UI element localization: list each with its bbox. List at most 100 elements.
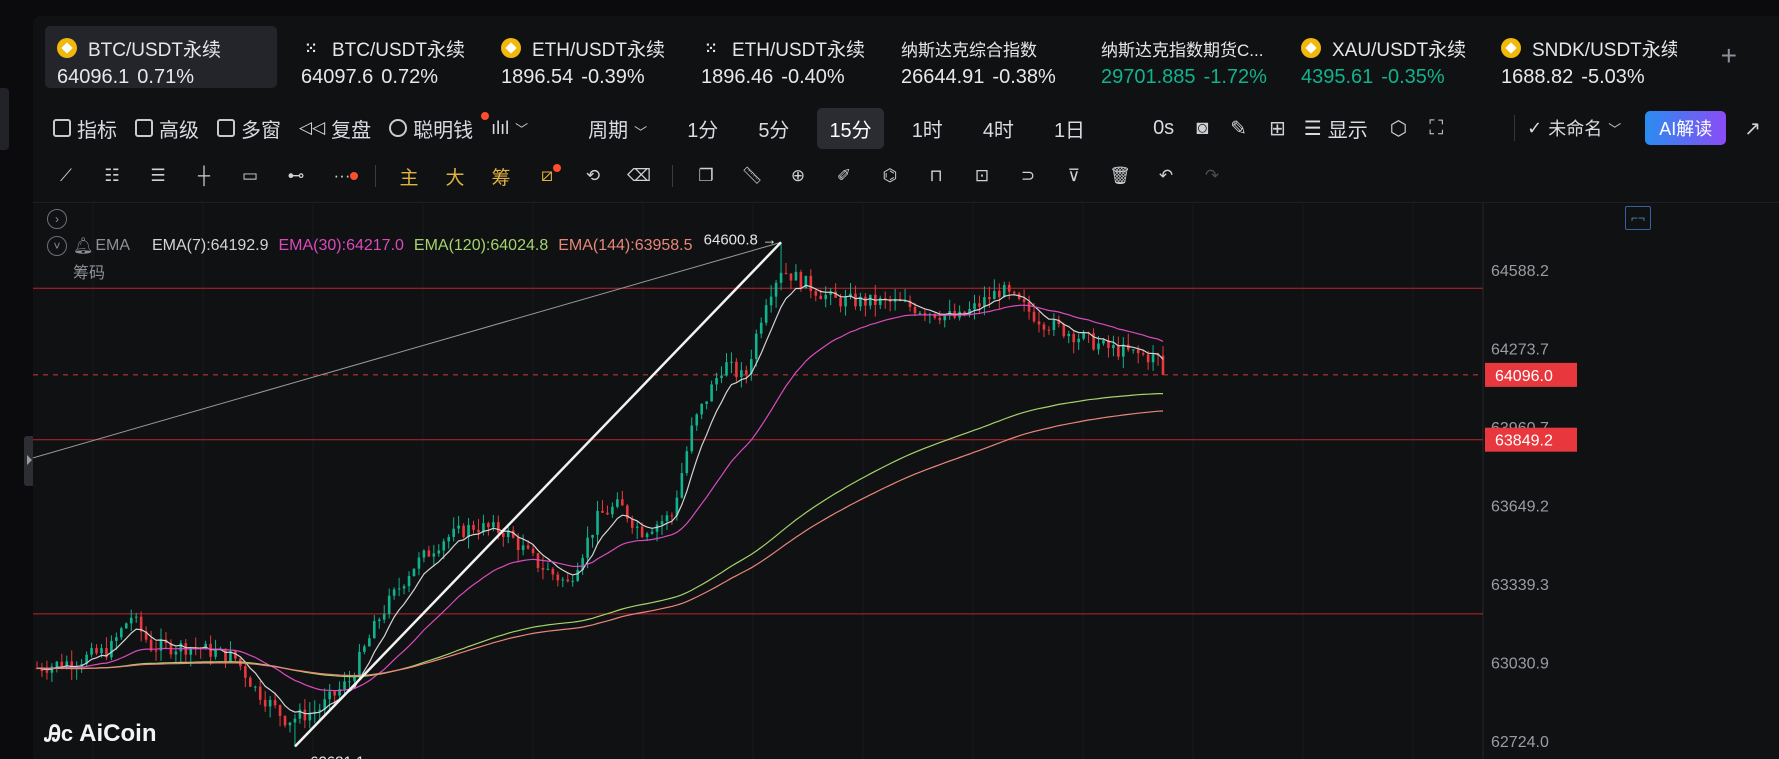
main-panel: BTC/USDT永续 64096.1 0.71% ⁙ BTC/USDT永续 6409… bbox=[33, 16, 1779, 759]
smart-money-button[interactable]: 聪明钱 bbox=[389, 111, 490, 143]
add-panel-icon[interactable]: ⊞ bbox=[1269, 116, 1286, 141]
chart-area[interactable]: 64600.8 →← 62681.164588.264273.763960.76… bbox=[33, 202, 1779, 759]
candle-body bbox=[1136, 349, 1140, 354]
main-chart-button[interactable]: 主 bbox=[396, 163, 422, 189]
magnet-icon[interactable]: ⊃ bbox=[1015, 163, 1041, 189]
candle-body bbox=[551, 568, 555, 575]
ticker-nasdaq-composite[interactable]: 纳斯达克综合指数 26644.91 -0.38% bbox=[889, 26, 1089, 89]
ticker-eth-perp-2[interactable]: ⁙ ETH/USDT永续 1896.46 -0.40% bbox=[689, 26, 889, 89]
ticker-xau-perp[interactable]: XAU/USDT永续 4395.61 -0.35% bbox=[1289, 26, 1489, 88]
ticker-name: BTC/USDT永续 bbox=[88, 39, 222, 61]
candle-body bbox=[303, 709, 307, 721]
candle-body bbox=[442, 541, 446, 551]
settings-icon[interactable]: ⬡ bbox=[1390, 116, 1407, 141]
candle-body bbox=[497, 522, 500, 533]
candle-body bbox=[129, 617, 133, 624]
rail-knob[interactable] bbox=[0, 88, 9, 150]
zoom-in-icon[interactable]: ⊕ bbox=[785, 163, 811, 189]
price-chart[interactable]: 64600.8 →← 62681.164588.264273.763960.76… bbox=[33, 203, 1779, 759]
candle-body bbox=[561, 579, 565, 581]
indicators-button[interactable]: 指标 bbox=[53, 114, 117, 143]
y-tick-label: 64588.2 bbox=[1491, 263, 1549, 280]
pencil-icon[interactable]: ✎ bbox=[1230, 116, 1247, 141]
period-4h[interactable]: 4时 bbox=[971, 108, 1026, 149]
ema30-value: EMA(30):64217.0 bbox=[278, 237, 404, 254]
filter-icon[interactable]: ⊽ bbox=[1061, 163, 1087, 189]
layout-name-dropdown[interactable]: ✓ 未命名 ﹀ bbox=[1527, 115, 1621, 141]
unlock-icon[interactable]: ⊓ bbox=[923, 163, 949, 189]
redo-icon[interactable]: ↷ bbox=[1199, 163, 1225, 189]
sync-icon[interactable]: ⟲ bbox=[580, 163, 606, 189]
period-1h[interactable]: 1时 bbox=[900, 108, 955, 149]
candle-body bbox=[586, 537, 589, 558]
trend-line-icon[interactable]: ⟋ bbox=[53, 163, 79, 189]
coin-icon bbox=[501, 38, 521, 58]
candle-body bbox=[115, 637, 118, 641]
candle-body bbox=[407, 576, 411, 587]
share-icon[interactable]: ↗ bbox=[1744, 116, 1761, 141]
ticker-eth-perp-1[interactable]: ETH/USDT永续 1896.54 -0.39% bbox=[489, 26, 689, 88]
candle-body bbox=[373, 621, 376, 639]
candle-body bbox=[764, 305, 768, 323]
edit-icon[interactable]: ⊡ bbox=[969, 163, 995, 189]
ticker-btc-perp-1[interactable]: BTC/USDT永续 64096.1 0.71% bbox=[45, 26, 277, 88]
replay-button[interactable]: ◁◁ 复盘 bbox=[299, 114, 371, 143]
ticker-btc-perp-2[interactable]: ⁙ BTC/USDT永续 64097.6 0.72% bbox=[289, 26, 489, 89]
ticker-change: -0.40% bbox=[781, 66, 845, 88]
candle-body bbox=[457, 525, 460, 529]
fib-lines-icon[interactable]: ☰ bbox=[145, 163, 171, 189]
candle-body bbox=[487, 523, 490, 528]
more-tools-label: ··· bbox=[333, 166, 351, 185]
period-1m[interactable]: 1分 bbox=[675, 108, 730, 149]
eraser-icon[interactable]: ⌫ bbox=[626, 163, 652, 189]
candle-body bbox=[477, 529, 480, 533]
candle-body bbox=[154, 650, 158, 652]
candle-body bbox=[1131, 349, 1135, 351]
multi-window-button[interactable]: 多窗 bbox=[217, 114, 281, 143]
expand-chevron-icon[interactable]: › bbox=[47, 209, 67, 229]
parallel-lines-icon[interactable]: ☷ bbox=[99, 163, 125, 189]
notification-dot bbox=[553, 164, 561, 172]
advanced-label: 高级 bbox=[159, 119, 199, 142]
ema-label: EMA bbox=[95, 237, 130, 254]
ticker-name: ETH/USDT永续 bbox=[732, 39, 866, 61]
chart-type-button[interactable]: ılıl ﹀ bbox=[491, 118, 528, 139]
ticker-price: 64096.1 bbox=[57, 66, 130, 88]
ai-read-button[interactable]: AI解读 bbox=[1645, 111, 1727, 145]
ticker-nasdaq-futures[interactable]: 纳斯达克指数期货C... 29701.885 -1.72% bbox=[1089, 26, 1289, 89]
ticker-change: 0.71% bbox=[137, 66, 195, 88]
period-dropdown[interactable]: 周期 ﹀ bbox=[576, 108, 659, 149]
fullscreen-icon[interactable]: ⛶ bbox=[1429, 117, 1443, 140]
trash-icon[interactable]: 🗑︎ bbox=[1107, 163, 1133, 189]
undo-icon[interactable]: ↶ bbox=[1153, 163, 1179, 189]
period-15m[interactable]: 15分 bbox=[817, 107, 884, 149]
bell-icon[interactable]: 🔔︎ bbox=[73, 236, 93, 256]
horizontal-line-icon[interactable]: ┼ bbox=[191, 163, 217, 189]
hide-icon[interactable]: ⌬ bbox=[877, 163, 903, 189]
big-order-button[interactable]: 大 bbox=[442, 163, 468, 189]
ruler-icon[interactable]: 📏︎ bbox=[739, 163, 765, 189]
chips-button[interactable]: 筹 bbox=[488, 163, 514, 189]
period-5m[interactable]: 5分 bbox=[746, 108, 801, 149]
camera-icon[interactable]: ◙ bbox=[1196, 117, 1208, 140]
candle-body bbox=[1032, 311, 1036, 322]
period-1d[interactable]: 1日 bbox=[1042, 108, 1097, 149]
briefcase-icon bbox=[135, 119, 153, 137]
pattern-icon[interactable]: ⧄ bbox=[534, 163, 561, 189]
display-button[interactable]: ☰ 显示 bbox=[1304, 114, 1368, 143]
maximize-icon[interactable]: ⌐¬ bbox=[1625, 206, 1651, 230]
candle-body bbox=[387, 595, 391, 614]
rewind-icon: ◁◁ bbox=[299, 118, 326, 137]
ruler-tool-icon[interactable]: ⊷ bbox=[283, 163, 309, 189]
rectangle-icon[interactable]: ▭ bbox=[237, 163, 263, 189]
add-ticker-button[interactable]: + bbox=[1721, 42, 1737, 70]
candle-body bbox=[918, 312, 922, 314]
copy-icon[interactable]: ❐ bbox=[693, 163, 719, 189]
more-tools-button[interactable]: ··· bbox=[329, 163, 358, 189]
advanced-button[interactable]: 高级 bbox=[135, 114, 199, 143]
divider bbox=[375, 165, 376, 187]
ticker-sndk-perp[interactable]: SNDK/USDT永续 1688.82 -5.03% bbox=[1489, 26, 1677, 88]
highlighter-icon[interactable]: ✐ bbox=[831, 163, 857, 189]
collapse-chevron-icon[interactable]: ˅ bbox=[47, 236, 67, 256]
candle-body bbox=[1102, 340, 1105, 344]
